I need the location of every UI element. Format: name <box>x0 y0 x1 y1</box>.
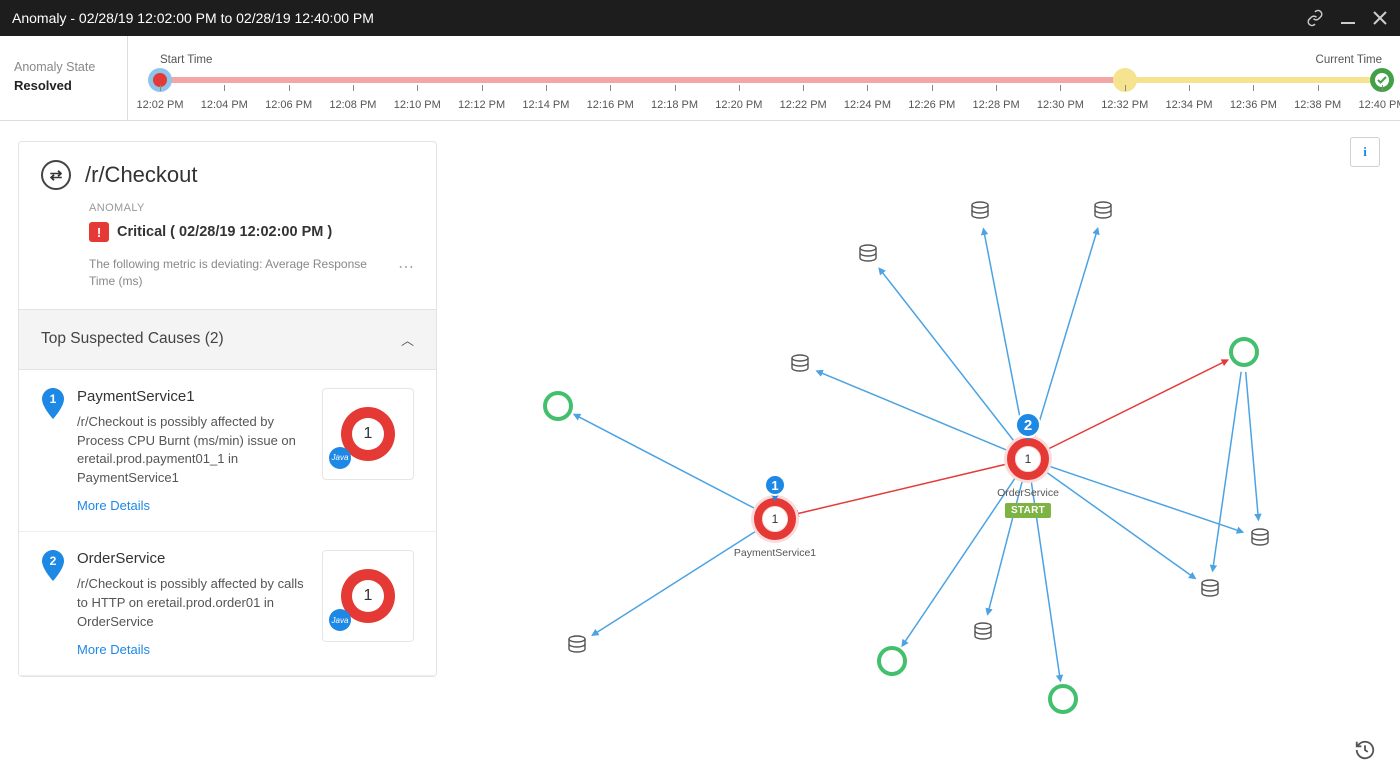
timeline-tick-label: 12:36 PM <box>1230 99 1277 111</box>
anomaly-card: ⇄ /r/Checkout ANOMALY ! Critical ( 02/28… <box>18 141 437 677</box>
anomaly-section-label: ANOMALY <box>89 202 414 214</box>
flowmap-edge <box>1046 360 1228 450</box>
close-icon[interactable] <box>1372 10 1388 26</box>
flowmap-edge <box>983 229 1024 440</box>
node-rank-badge: 1 <box>764 474 786 496</box>
timeline-tick-label: 12:38 PM <box>1294 99 1341 111</box>
start-badge: START <box>1005 503 1051 518</box>
database-icon[interactable] <box>975 623 991 639</box>
timeline-tick-label: 12:04 PM <box>201 99 248 111</box>
flowmap-edge <box>1034 228 1098 440</box>
java-icon: Java <box>329 609 351 631</box>
critical-icon: ! <box>89 222 109 242</box>
flowmap-edge <box>793 464 1009 515</box>
green-node[interactable] <box>1050 686 1076 712</box>
window-title: Anomaly - 02/28/19 12:02:00 PM to 02/28/… <box>12 10 374 26</box>
link-icon[interactable] <box>1306 9 1324 27</box>
timeline-tick-label: 12:12 PM <box>458 99 505 111</box>
flowmap-edge <box>1213 372 1242 571</box>
green-node[interactable] <box>1231 339 1257 365</box>
database-icon[interactable] <box>860 245 876 261</box>
severity-text: Critical ( 02/28/19 12:02:00 PM ) <box>117 224 332 240</box>
timeline: Anomaly State Resolved Start Time Curren… <box>0 36 1400 121</box>
svg-text:1: 1 <box>1025 452 1032 466</box>
suspected-causes-title: Top Suspected Causes (2) <box>41 330 224 348</box>
timeline-tick-label: 12:16 PM <box>587 99 634 111</box>
flowmap-edge <box>1044 471 1195 579</box>
anomaly-state-value: Resolved <box>14 78 115 93</box>
flowmap[interactable]: i 112OrderServiceSTART1PaymentService1 <box>455 121 1400 775</box>
cause-description: /r/Checkout is possibly affected by Proc… <box>77 413 310 488</box>
cause-count: 1 <box>352 580 384 612</box>
timeline-tick-label: 12:40 PM <box>1358 99 1400 111</box>
detail-sidebar: ⇄ /r/Checkout ANOMALY ! Critical ( 02/28… <box>0 121 455 775</box>
timeline-tick-label: 12:26 PM <box>908 99 955 111</box>
anomaly-state-label: Anomaly State <box>14 60 115 74</box>
timeline-tick-label: 12:06 PM <box>265 99 312 111</box>
cause-count: 1 <box>352 418 384 450</box>
flowmap-edge <box>1047 465 1243 532</box>
node-rank-badge: 2 <box>1015 412 1041 438</box>
flowmap-edge <box>879 268 1016 443</box>
rank-pin-icon: 1 <box>41 388 65 418</box>
database-icon[interactable] <box>972 202 988 218</box>
suspected-cause: 1 PaymentService1/r/Checkout is possibly … <box>19 370 436 532</box>
green-node[interactable] <box>545 393 571 419</box>
flowmap-edge <box>574 414 757 509</box>
timeline-tick-label: 12:28 PM <box>973 99 1020 111</box>
window-titlebar: Anomaly - 02/28/19 12:02:00 PM to 02/28/… <box>0 0 1400 36</box>
anomaly-title: /r/Checkout <box>85 162 198 188</box>
timeline-tick-label: 12:34 PM <box>1166 99 1213 111</box>
more-details-link[interactable]: More Details <box>77 498 150 513</box>
timeline-segment <box>160 77 1125 83</box>
timeline-tick-label: 12:32 PM <box>1101 99 1148 111</box>
flowmap-edge <box>817 371 1010 451</box>
suspected-causes-header[interactable]: Top Suspected Causes (2) ︿ <box>19 309 436 370</box>
database-icon[interactable] <box>792 355 808 371</box>
database-icon[interactable] <box>1252 529 1268 545</box>
svg-text:1: 1 <box>50 392 57 406</box>
database-icon[interactable] <box>1095 202 1111 218</box>
database-icon[interactable] <box>1202 580 1218 596</box>
more-details-link[interactable]: More Details <box>77 642 150 657</box>
more-menu-icon[interactable]: ⋯ <box>398 257 414 277</box>
cause-donut: 1Java <box>322 388 414 480</box>
flowmap-svg: 11 <box>455 121 1400 775</box>
node-label: OrderService <box>997 487 1059 499</box>
cause-title: OrderService <box>77 550 310 567</box>
cause-donut: 1Java <box>322 550 414 642</box>
timeline-tick-label: 12:08 PM <box>329 99 376 111</box>
rank-pin-icon: 2 <box>41 550 65 580</box>
node-label: PaymentService1 <box>734 547 816 559</box>
timeline-tick-label: 12:20 PM <box>715 99 762 111</box>
timeline-tick-label: 12:22 PM <box>780 99 827 111</box>
timeline-tick-label: 12:10 PM <box>394 99 441 111</box>
timeline-tick-label: 12:02 PM <box>136 99 183 111</box>
timeline-tick-label: 12:30 PM <box>1037 99 1084 111</box>
flowmap-edge <box>592 530 758 636</box>
cause-title: PaymentService1 <box>77 388 310 405</box>
timeline-tick-label: 12:24 PM <box>844 99 891 111</box>
flowmap-edge <box>902 476 1017 646</box>
transaction-icon: ⇄ <box>41 160 71 190</box>
chevron-up-icon: ︿ <box>401 330 414 349</box>
suspected-cause: 2 OrderService/r/Checkout is possibly aff… <box>19 532 436 676</box>
svg-text:1: 1 <box>772 512 779 526</box>
timeline-ticks: 12:02 PM12:04 PM12:06 PM12:08 PM12:10 PM… <box>160 85 1382 125</box>
flowmap-edge <box>1246 372 1259 520</box>
anomaly-description: The following metric is deviating: Avera… <box>89 256 369 291</box>
java-icon: Java <box>329 447 351 469</box>
timeline-segment <box>1125 77 1382 83</box>
timeline-tick-label: 12:18 PM <box>651 99 698 111</box>
green-node[interactable] <box>879 648 905 674</box>
timeline-tick-label: 12:14 PM <box>522 99 569 111</box>
timeline-start-label: Start Time <box>160 54 212 66</box>
minimize-icon[interactable] <box>1340 10 1356 26</box>
database-icon[interactable] <box>569 636 585 652</box>
cause-description: /r/Checkout is possibly affected by call… <box>77 575 310 632</box>
svg-text:2: 2 <box>50 554 57 568</box>
timeline-current-label: Current Time <box>1316 54 1382 66</box>
